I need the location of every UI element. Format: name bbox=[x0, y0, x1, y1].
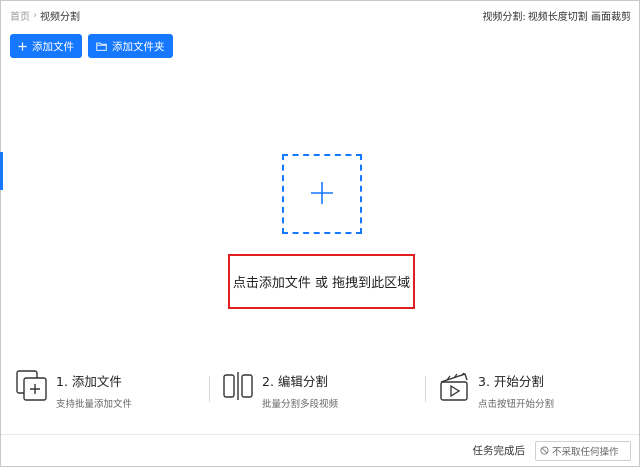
folder-icon bbox=[96, 42, 107, 51]
clapperboard-icon bbox=[436, 368, 472, 404]
step-divider bbox=[425, 376, 426, 402]
drop-hint-highlight[interactable]: 点击添加文件 或 拖拽到此区域 bbox=[228, 254, 415, 309]
drop-hint-text: 点击添加文件 或 拖拽到此区域 bbox=[232, 276, 411, 291]
drop-zone[interactable] bbox=[282, 154, 362, 234]
add-file-label: 添加文件 bbox=[32, 40, 74, 53]
breadcrumb-separator: › bbox=[33, 9, 37, 21]
tips-text: 视频长度切割 画面裁剪 bbox=[527, 11, 631, 23]
breadcrumb: 首页 › 视频分割 bbox=[10, 8, 80, 23]
step-title: 1. 添加文件 bbox=[56, 374, 122, 389]
top-bar: 首页 › 视频分割 视频分割: 视频长度切割 画面裁剪 bbox=[1, 0, 639, 30]
step-title: 2. 编辑分割 bbox=[262, 374, 328, 389]
after-task-select[interactable]: 不采取任何操作 bbox=[535, 440, 631, 461]
add-file-button[interactable]: 添加文件 bbox=[10, 34, 82, 58]
add-folder-label: 添加文件夹 bbox=[112, 40, 165, 53]
plus-icon bbox=[310, 181, 334, 208]
footer-bar: 任务完成后 不采取任何操作 bbox=[1, 434, 639, 466]
step-desc: 支持批量添加文件 bbox=[56, 399, 133, 410]
steps-guide: 1. 添加文件 支持批量添加文件 2. 编辑分割 批量分割多段视频 3. 开始分… bbox=[0, 368, 640, 412]
step-divider bbox=[209, 376, 210, 402]
toolbar: 添加文件 添加文件夹 bbox=[10, 34, 173, 58]
after-task-select-value: 不采取任何操作 bbox=[552, 446, 619, 458]
tips-label: 视频分割: bbox=[482, 11, 526, 23]
split-icon bbox=[220, 368, 256, 404]
step-title: 3. 开始分割 bbox=[478, 374, 544, 389]
breadcrumb-current: 视频分割 bbox=[40, 11, 80, 23]
add-files-icon bbox=[14, 368, 50, 404]
step-add-files: 1. 添加文件 支持批量添加文件 bbox=[14, 368, 132, 410]
feature-tips: 视频分割: 视频长度切割 画面裁剪 bbox=[482, 8, 631, 23]
plus-icon bbox=[18, 41, 27, 51]
left-edge-indicator bbox=[0, 152, 3, 190]
add-folder-button[interactable]: 添加文件夹 bbox=[88, 34, 173, 58]
step-desc: 点击按钮开始分割 bbox=[478, 399, 555, 410]
no-action-icon bbox=[540, 446, 549, 455]
step-desc: 批量分割多段视频 bbox=[262, 399, 339, 410]
step-start-split: 3. 开始分割 点击按钮开始分割 bbox=[436, 368, 554, 410]
breadcrumb-home[interactable]: 首页 bbox=[10, 8, 30, 23]
step-edit-split: 2. 编辑分割 批量分割多段视频 bbox=[220, 368, 338, 410]
after-task-label: 任务完成后 bbox=[472, 445, 526, 457]
